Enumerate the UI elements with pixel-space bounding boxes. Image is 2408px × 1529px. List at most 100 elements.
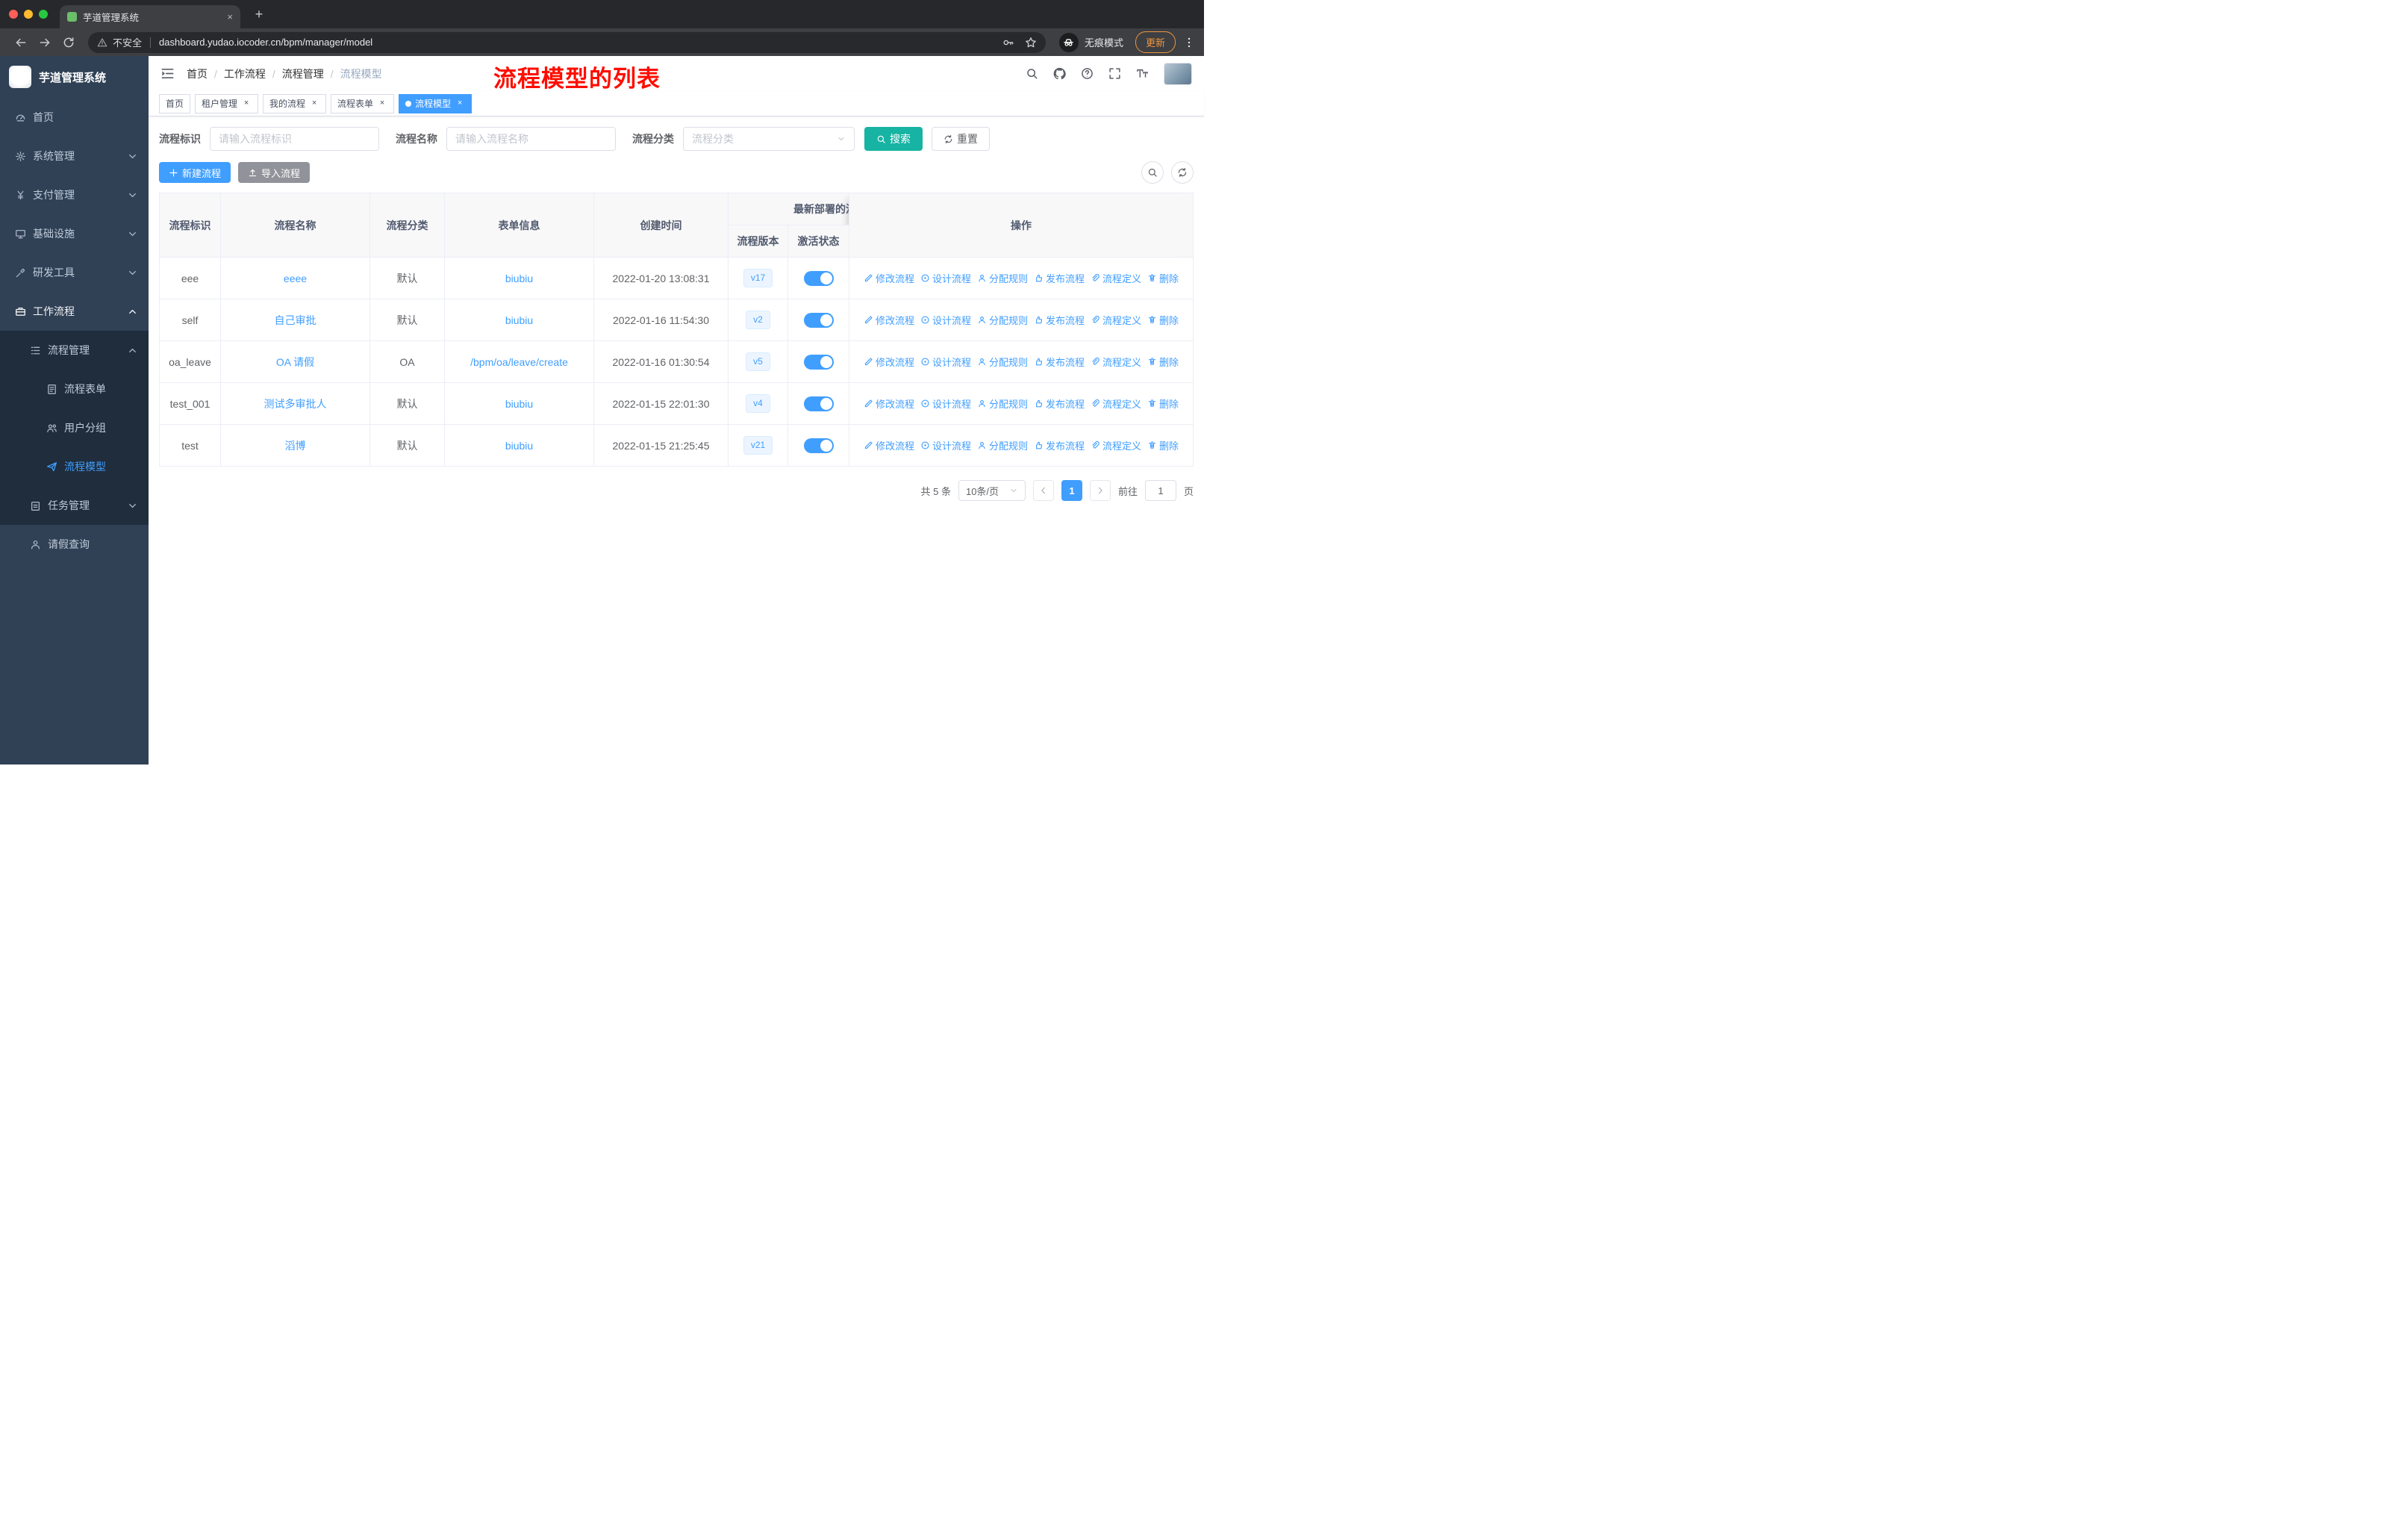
op-link-publish[interactable]: 发布流程 (1034, 271, 1085, 285)
active-toggle[interactable] (803, 270, 834, 286)
sidebar-item[interactable]: 用户分组 (0, 408, 149, 447)
op-link-edit[interactable]: 修改流程 (864, 396, 914, 411)
op-link-delete[interactable]: 删除 (1147, 438, 1179, 452)
process-key-input[interactable] (210, 127, 379, 151)
new-tab-button[interactable]: + (249, 7, 269, 22)
form-info-link[interactable]: biubiu (505, 273, 533, 284)
next-page-button[interactable] (1089, 480, 1111, 501)
breadcrumb-item[interactable]: 流程管理 (282, 66, 324, 81)
process-name-link[interactable]: 自己审批 (275, 314, 316, 326)
chrome-update-button[interactable]: 更新 (1135, 31, 1176, 53)
create-process-button[interactable]: 新建流程 (159, 162, 231, 183)
op-link-design[interactable]: 设计流程 (920, 355, 971, 369)
active-toggle[interactable] (803, 437, 834, 453)
key-icon[interactable] (1002, 37, 1014, 49)
browser-tab[interactable]: 芋道管理系统 × (60, 5, 240, 28)
user-avatar[interactable] (1164, 62, 1192, 85)
question-icon[interactable] (1081, 67, 1094, 80)
active-toggle[interactable] (803, 396, 834, 411)
goto-page-input[interactable] (1144, 480, 1176, 501)
op-link-assign[interactable]: 分配规则 (977, 438, 1028, 452)
page-1-button[interactable]: 1 (1061, 480, 1082, 501)
fontsize-icon[interactable] (1136, 67, 1149, 80)
tag-close-icon[interactable]: × (455, 99, 465, 109)
tab-close-icon[interactable]: × (227, 11, 233, 22)
tag-item[interactable]: 流程表单 × (331, 93, 395, 113)
op-link-edit[interactable]: 修改流程 (864, 355, 914, 369)
sidebar-item[interactable]: 请假查询 (0, 525, 149, 564)
app-logo[interactable]: 芋道管理系统 (0, 56, 149, 98)
op-link-publish[interactable]: 发布流程 (1034, 355, 1085, 369)
reload-icon[interactable] (62, 36, 75, 49)
github-icon[interactable] (1053, 67, 1066, 80)
sidebar-item[interactable]: 首页 (0, 98, 149, 137)
op-link-delete[interactable]: 删除 (1147, 396, 1179, 411)
process-name-link[interactable]: eeee (284, 273, 307, 284)
back-icon[interactable] (14, 36, 28, 49)
form-info-link[interactable]: biubiu (505, 314, 533, 326)
forward-icon[interactable] (38, 36, 52, 49)
tag-close-icon[interactable]: × (241, 99, 252, 109)
process-name-link[interactable]: OA 请假 (276, 356, 314, 368)
url-bar[interactable]: 不安全 dashboard.yudao.iocoder.cn/bpm/manag… (88, 31, 1046, 53)
op-link-delete[interactable]: 删除 (1147, 355, 1179, 369)
breadcrumb-item[interactable]: 工作流程 (224, 66, 266, 81)
process-name-input[interactable] (446, 127, 616, 151)
op-link-assign[interactable]: 分配规则 (977, 313, 1028, 327)
sidebar-item[interactable]: 基础设施 (0, 214, 149, 253)
op-link-design[interactable]: 设计流程 (920, 396, 971, 411)
bookmark-star-icon[interactable] (1025, 37, 1037, 49)
process-name-link[interactable]: 测试多审批人 (264, 398, 327, 410)
op-link-edit[interactable]: 修改流程 (864, 271, 914, 285)
op-link-assign[interactable]: 分配规则 (977, 355, 1028, 369)
sidebar-item[interactable]: 支付管理 (0, 175, 149, 214)
op-link-definition[interactable]: 流程定义 (1091, 271, 1141, 285)
op-link-publish[interactable]: 发布流程 (1034, 396, 1085, 411)
sidebar-item[interactable]: 工作流程 (0, 292, 149, 331)
op-link-assign[interactable]: 分配规则 (977, 271, 1028, 285)
process-name-link[interactable]: 滔博 (285, 440, 306, 452)
form-info-link[interactable]: /bpm/oa/leave/create (470, 356, 568, 368)
form-info-link[interactable]: biubiu (505, 398, 533, 410)
op-link-publish[interactable]: 发布流程 (1034, 313, 1085, 327)
op-link-definition[interactable]: 流程定义 (1091, 438, 1141, 452)
op-link-design[interactable]: 设计流程 (920, 438, 971, 452)
form-info-link[interactable]: biubiu (505, 440, 533, 452)
op-link-definition[interactable]: 流程定义 (1091, 396, 1141, 411)
prev-page-button[interactable] (1032, 480, 1054, 501)
op-link-definition[interactable]: 流程定义 (1091, 355, 1141, 369)
op-link-publish[interactable]: 发布流程 (1034, 438, 1085, 452)
tag-item[interactable]: 我的流程 × (263, 93, 327, 113)
sidebar-item[interactable]: 流程模型 (0, 447, 149, 486)
fullscreen-icon[interactable] (1108, 67, 1121, 80)
sidebar-item[interactable]: 研发工具 (0, 253, 149, 292)
tag-item[interactable]: 租户管理 × (195, 93, 259, 113)
sidebar-item[interactable]: 任务管理 (0, 486, 149, 525)
op-link-design[interactable]: 设计流程 (920, 313, 971, 327)
tag-item[interactable]: 首页 (159, 93, 191, 113)
op-link-design[interactable]: 设计流程 (920, 271, 971, 285)
op-link-edit[interactable]: 修改流程 (864, 313, 914, 327)
op-link-edit[interactable]: 修改流程 (864, 438, 914, 452)
active-toggle[interactable] (803, 354, 834, 370)
tag-close-icon[interactable]: × (309, 99, 319, 109)
active-toggle[interactable] (803, 312, 834, 328)
minimize-window-button[interactable] (24, 10, 33, 19)
tag-close-icon[interactable]: × (377, 99, 387, 109)
browser-menu-icon[interactable] (1183, 37, 1195, 49)
tag-item[interactable]: 流程模型 × (399, 93, 472, 113)
close-window-button[interactable] (9, 10, 18, 19)
sidebar-toggle-icon[interactable] (160, 66, 175, 81)
refresh-table-button[interactable] (1171, 161, 1194, 184)
search-icon[interactable] (1026, 67, 1038, 80)
breadcrumb-item[interactable]: 首页 (187, 66, 208, 81)
import-process-button[interactable]: 导入流程 (238, 162, 311, 183)
op-link-delete[interactable]: 删除 (1147, 271, 1179, 285)
sidebar-item[interactable]: 流程管理 (0, 331, 149, 370)
security-label[interactable]: 不安全 (113, 35, 142, 49)
op-link-assign[interactable]: 分配规则 (977, 396, 1028, 411)
op-link-definition[interactable]: 流程定义 (1091, 313, 1141, 327)
reset-button[interactable]: 重置 (932, 127, 990, 151)
search-button[interactable]: 搜索 (864, 127, 923, 151)
op-link-delete[interactable]: 删除 (1147, 313, 1179, 327)
